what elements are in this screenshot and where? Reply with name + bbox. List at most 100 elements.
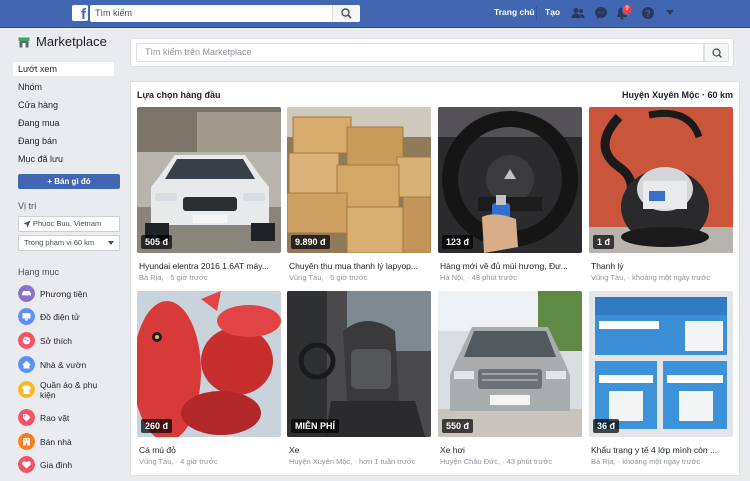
listing-photo[interactable] [589, 107, 733, 253]
listing-meta: Vũng Tàu, · khoảng một ngày trước [591, 273, 711, 282]
listing-card[interactable]: 123 đ Hàng mới về đủ mùi hương, Đư... Hà… [438, 107, 582, 282]
top-picks-panel: Lựa chọn hàng đầu Huyện Xuyên Mộc · 60 k… [130, 81, 740, 476]
monitor-icon [18, 308, 35, 325]
listing-card[interactable]: MIỄN PHÍ Xe Huyện Xuyên Mộc, · hơn 1 tuầ… [287, 291, 431, 466]
listing-photo[interactable] [438, 291, 582, 437]
category-vehicles[interactable]: Phương tiện [18, 285, 128, 305]
category-label: Quần áo & phụ kiện [40, 380, 98, 400]
category-family[interactable]: Gia đình [18, 456, 128, 476]
listing-card[interactable]: 550 đ Xe hơi Huyện Châu Đức, · 43 phút t… [438, 291, 582, 466]
friends-icon[interactable] [571, 6, 585, 20]
palette-icon [18, 332, 35, 349]
listing-photo[interactable] [287, 107, 431, 253]
sell-something-button[interactable]: + Bán gì đó [18, 174, 120, 189]
listing-photo[interactable] [137, 291, 281, 437]
radius-value: Trong phạm vi 60 km [24, 238, 95, 247]
listing-title[interactable]: Thanh lý [591, 261, 731, 271]
sidebar-item-shops[interactable]: Cửa hàng [13, 98, 114, 112]
listing-photo[interactable] [137, 107, 281, 253]
category-hobbies[interactable]: Sở thích [18, 332, 128, 352]
category-electronics[interactable]: Đồ điện tử [18, 308, 128, 328]
nav-divider [536, 6, 537, 20]
price-tag: 36 đ [593, 419, 620, 433]
price-tag: MIỄN PHÍ [291, 419, 340, 433]
category-property[interactable]: Bán nhà [18, 433, 128, 453]
radius-selector[interactable]: Trong phạm vi 60 km [18, 235, 120, 251]
location-value: Phuoc Buu, Vietnam [33, 219, 102, 228]
listing-title[interactable]: Cá mú đỏ [139, 445, 279, 455]
listing-location-filter[interactable]: Huyện Xuyên Mộc · 60 km [622, 90, 733, 100]
listing-card[interactable]: 505 đ Hyundai elentra 2016 1.6AT máy... … [137, 107, 281, 282]
category-home-garden[interactable]: Nhà & vườn [18, 356, 128, 376]
sidebar-item-buying[interactable]: Đang mua [13, 116, 114, 130]
listing-photo[interactable] [287, 291, 431, 437]
category-label: Gia đình [40, 460, 73, 470]
sidebar-item-saved[interactable]: Mục đã lưu [13, 152, 114, 166]
price-tag: 550 đ [442, 419, 474, 433]
category-label: Đồ điện tử [40, 312, 80, 322]
category-label: Nhà & vườn [40, 360, 87, 370]
sidebar-item-browse[interactable]: Lướt xem [13, 62, 114, 76]
listing-meta: Vũng Tàu, · 4 giờ trước [139, 457, 218, 466]
car-icon [18, 285, 35, 302]
category-label: Bán nhà [40, 437, 72, 447]
location-selector[interactable]: Phuoc Buu, Vietnam [18, 216, 120, 232]
sidebar-item-groups[interactable]: Nhóm [13, 80, 114, 94]
marketplace-search-bar: Tìm kiếm trên Marketplace [130, 38, 734, 67]
category-label: Sở thích [40, 336, 73, 346]
price-tag: 123 đ [442, 235, 474, 249]
listing-title[interactable]: Khẩu trang y tế 4 lớp mình còn ... [591, 445, 731, 455]
marketplace-search-button[interactable] [704, 43, 729, 62]
house-icon [18, 356, 35, 373]
listing-card[interactable]: 9.890 đ Chuyên thu mua thanh lý lapyop..… [287, 107, 431, 282]
listing-title[interactable]: Hàng mới về đủ mùi hương, Đư... [440, 261, 580, 271]
listing-meta: Bà Rịa, · 5 giờ trước [139, 273, 208, 282]
price-tag: 1 đ [593, 235, 615, 249]
messenger-icon[interactable] [594, 6, 608, 20]
tag-icon [18, 409, 35, 426]
listing-meta: Hà Nội, · 48 phút trước [440, 273, 518, 282]
create-link[interactable]: Tạo [545, 7, 560, 17]
top-picks-heading: Lựa chọn hàng đầu [137, 90, 221, 100]
chevron-down-icon [108, 241, 114, 245]
home-link[interactable]: Trang chủ [494, 7, 535, 17]
price-tag: 9.890 đ [291, 235, 330, 249]
heart-icon [18, 456, 35, 473]
categories-heading: Hạng mục [18, 267, 60, 277]
marketplace-icon [18, 37, 30, 48]
listing-meta: Bà Rịa, · khoảng một ngày trước [591, 457, 701, 466]
global-search-input[interactable]: Tìm kiếm [95, 5, 315, 22]
listing-title[interactable]: Xe [289, 445, 429, 455]
listing-meta: Vũng Tàu, · 5 giờ trước [289, 273, 368, 282]
listing-photo[interactable] [438, 107, 582, 253]
listing-card[interactable]: 260 đ Cá mú đỏ Vũng Tàu, · 4 giờ trước [137, 291, 281, 466]
listing-card[interactable]: 1 đ Thanh lý Vũng Tàu, · khoảng một ngày… [589, 107, 733, 282]
category-classifieds[interactable]: Rao vặt [18, 409, 128, 429]
svg-text:?: ? [645, 8, 651, 18]
search-icon [712, 48, 723, 59]
listing-card[interactable]: 36 đ Khẩu trang y tế 4 lớp mình còn ... … [589, 291, 733, 466]
global-search-button[interactable] [332, 5, 360, 22]
help-icon[interactable]: ? [641, 6, 655, 20]
global-search-bar[interactable]: Tìm kiếm [90, 5, 360, 22]
listing-meta: Huyện Châu Đức, · 43 phút trước [440, 457, 553, 466]
category-label: Phương tiện [40, 289, 88, 299]
listing-meta: Huyện Xuyên Mộc, · hơn 1 tuần trước [289, 457, 416, 466]
top-navigation-bar: f Tìm kiếm Trang chủ Tạo 9 ? [0, 0, 750, 28]
price-tag: 505 đ [141, 235, 173, 249]
marketplace-search-input[interactable]: Tìm kiếm trên Marketplace [136, 43, 704, 62]
category-label: Rao vặt [40, 413, 70, 423]
location-heading: Vị trí [18, 201, 37, 211]
listing-photo[interactable] [589, 291, 733, 437]
search-icon [341, 8, 352, 19]
sidebar-item-selling[interactable]: Đang bán [13, 134, 114, 148]
location-arrow-icon [23, 220, 31, 228]
building-icon [18, 433, 35, 450]
category-clothing[interactable]: Quần áo & phụ kiện [18, 380, 128, 401]
listing-title[interactable]: Chuyên thu mua thanh lý lapyop... [289, 261, 429, 271]
facebook-logo[interactable]: f [72, 5, 88, 21]
notification-badge: 9 [622, 4, 632, 15]
caret-down-icon[interactable] [665, 9, 675, 17]
listing-title[interactable]: Xe hơi [440, 445, 580, 455]
listing-title[interactable]: Hyundai elentra 2016 1.6AT máy... [139, 261, 279, 271]
